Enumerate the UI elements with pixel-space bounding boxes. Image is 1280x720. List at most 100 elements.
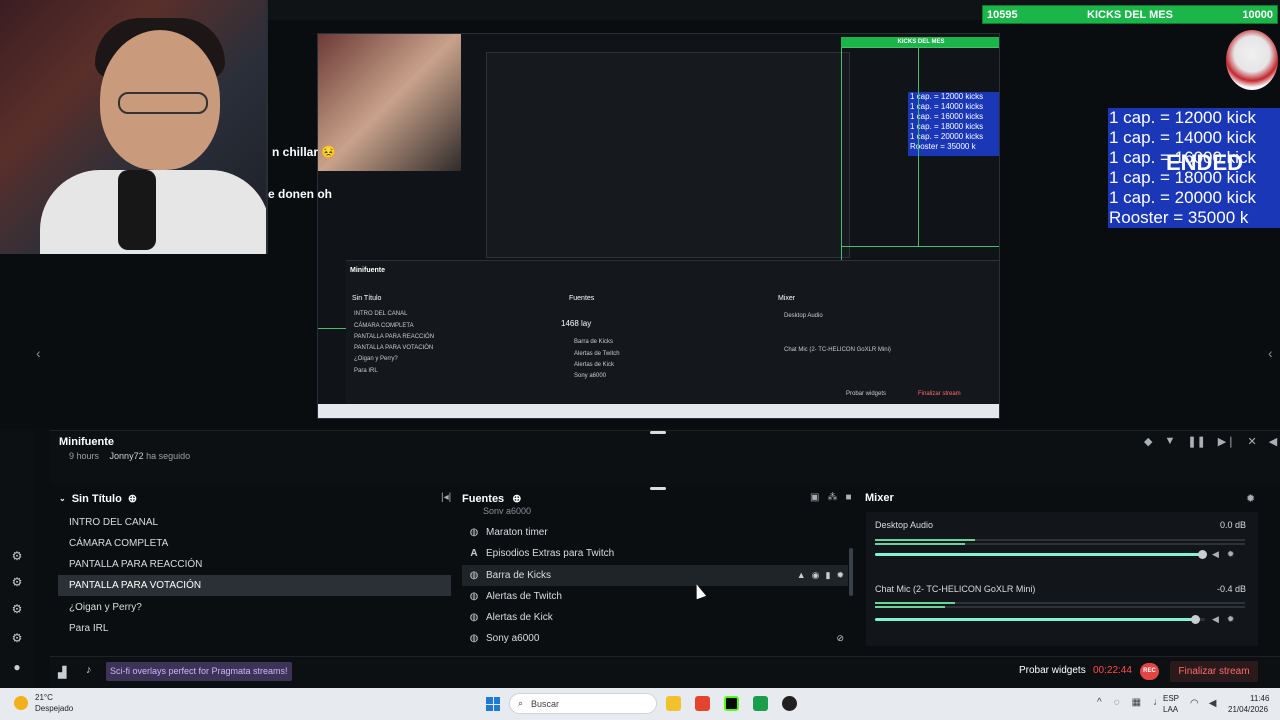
source-label: Alertas de Kick [486,612,553,623]
kicks-current: 10595 [987,8,1018,21]
volume-icon[interactable]: ◀ [1269,435,1277,448]
filter-icon[interactable]: ▼ [1164,435,1175,448]
caps-line: 1 cap. = 12000 kick [1109,108,1256,127]
scene-item-active[interactable]: PANTALLA PARA VOTACIÓN [58,575,451,596]
chevron-up-icon[interactable]: ^ [1097,697,1102,708]
promo-banner[interactable]: Sci-fi overlays perfect for Pragmata str… [106,662,292,681]
streamlabs-icon[interactable] [724,696,739,711]
system-tray: ^ ◌ ▦ ♩ [1097,697,1163,708]
add-source-icon[interactable]: ⊕ [512,492,521,505]
windows-start-icon[interactable] [486,697,500,711]
clock-time[interactable]: 11:46 [1250,694,1269,703]
stream-timer: 00:22:44 [1093,665,1132,676]
studio-mode-icon[interactable]: ⚙ [10,549,24,563]
mute-notifications-icon[interactable]: ✕ [1247,435,1256,448]
scene-item[interactable]: Para IRL [58,618,451,639]
file-explorer-icon[interactable] [666,696,681,711]
activity-text: ha seguido [146,451,191,461]
resize-handle[interactable] [650,487,666,490]
keyboard-layout[interactable]: LAA [1163,705,1178,714]
sources-title: Fuentes [462,492,505,505]
source-item-partial: Sony a6000 [483,506,532,514]
source-item[interactable]: ◍ Alertas de Twitch [462,586,848,607]
app-tray-icon[interactable]: ▦ [1132,697,1141,708]
group-icon[interactable]: ▣ [810,492,819,503]
caps-line: 1 cap. = 14000 kick [1109,128,1256,147]
chevron-down-icon[interactable]: ⌄ [59,494,66,503]
brave-browser-icon[interactable] [695,696,710,711]
sources-toolbar: ▣ ⁂ ■ [810,492,852,503]
trash-icon[interactable]: ▮ [826,565,831,586]
source-item[interactable]: ◍ Alertas de Kick [462,607,848,628]
mixer-channel-db: 0.0 dB [1220,520,1247,530]
weather-icon[interactable] [14,696,28,710]
volume-slider-knob[interactable] [1198,550,1207,559]
scenes-header: ⌄ Sin Título ⊕ [59,492,137,506]
caps-line: Rooster = 35000 k [1109,208,1249,227]
source-item[interactable]: ◍ Maraton timer [462,522,848,543]
chevron-right-icon[interactable]: ‹ [1268,345,1273,361]
nested-screen-capture: KICKS DEL MES 1 cap. = 12000 kicks 1 cap.… [317,33,1000,419]
speaker-icon[interactable]: ◀ [1212,549,1219,560]
filters-icon[interactable]: ⁂ [827,492,837,503]
notification-bell-icon[interactable]: ♪ [86,664,92,676]
scene-collection-title[interactable]: Sin Título [72,493,122,505]
add-scene-icon[interactable]: ⊕ [128,492,137,505]
microphone-icon[interactable]: ♩ [1153,697,1163,708]
mixer-channel-name: Chat Mic (2- TC-HELICON GoXLR Mini) [875,584,1036,594]
weather-temperature[interactable]: 21°C [35,693,53,702]
app-icon[interactable] [753,696,768,711]
gear-icon[interactable]: ✹ [1227,614,1235,625]
settings-icon[interactable]: ⚙ [10,631,24,645]
4k-app-icon[interactable] [782,696,797,711]
pause-icon[interactable]: ❚❚ [1187,435,1205,448]
volume-slider-fill [875,553,1202,556]
layout-editor-icon[interactable]: ⚙ [10,575,24,589]
end-stream-button[interactable]: Finalizar stream [1170,661,1258,682]
left-sidebar: ⚙ ⚙ ⚙ ⚙ ● [0,430,34,688]
scene-item[interactable]: ¿Oigan y Perry? [58,597,451,618]
lock-icon[interactable]: ▲ [797,565,806,586]
mixer-settings-icon[interactable]: ✹ [1246,492,1255,505]
wifi-icon[interactable]: ◠ [1190,698,1199,709]
network-icon[interactable]: ◌ [1114,697,1120,708]
sources-scrollbar[interactable] [849,548,853,596]
source-item[interactable]: ◍ Sony a6000 ⊘ [462,628,848,649]
language-indicator[interactable]: ESP [1163,694,1179,703]
scene-item[interactable]: PANTALLA PARA REACCIÓN [58,554,451,575]
volume-slider-fill [875,618,1195,621]
gear-icon[interactable]: ✹ [836,565,844,586]
minifuente-title: Minifuente [59,436,114,448]
scene-item[interactable]: CÁMARA COMPLETA [58,533,451,554]
volume-slider-knob[interactable] [1191,615,1200,624]
rec-button[interactable]: REC [1140,663,1159,680]
weather-description[interactable]: Despejado [35,704,73,713]
hidden-eye-icon[interactable]: ⊘ [836,628,844,649]
taskbar-search[interactable]: ⌕ Buscar [509,693,657,714]
skip-icon[interactable]: ▶❘ [1218,435,1236,448]
sources-header: Fuentes ⊕ [462,492,521,506]
test-widgets-button[interactable]: Probar widgets [1019,665,1086,676]
minifuente-panel [50,430,1280,484]
volume-icon[interactable]: ◀ [1209,698,1217,709]
mixer-channel-name: Desktop Audio [875,520,934,530]
user-icon[interactable]: ● [10,660,24,674]
source-item[interactable]: A Episodios Extras para Twitch [462,543,848,564]
audio-meter-level [875,606,945,608]
activity-time: 9 hours [69,451,100,461]
shield-icon[interactable]: ◆ [1144,435,1152,448]
themes-icon[interactable]: ⚙ [10,602,24,616]
resize-handle[interactable] [650,431,666,434]
speaker-icon[interactable]: ◀ [1212,614,1219,625]
folder-icon[interactable]: ■ [845,492,851,503]
globe-icon: ◍ [469,527,479,538]
source-item-hovered[interactable]: ◍ Barra de Kicks ▲ ◉ ▮ ✹ [462,565,848,586]
eye-icon[interactable]: ◉ [812,565,820,586]
transition-icon[interactable]: |◂| [441,492,451,503]
scene-item[interactable]: INTRO DEL CANAL [58,512,451,533]
chevron-left-icon[interactable]: ‹ [36,345,41,361]
source-label: Episodios Extras para Twitch [486,548,615,559]
stats-icon[interactable]: ▟ [58,666,66,679]
clock-date[interactable]: 21/04/2026 [1228,705,1268,714]
gear-icon[interactable]: ✹ [1227,549,1235,560]
